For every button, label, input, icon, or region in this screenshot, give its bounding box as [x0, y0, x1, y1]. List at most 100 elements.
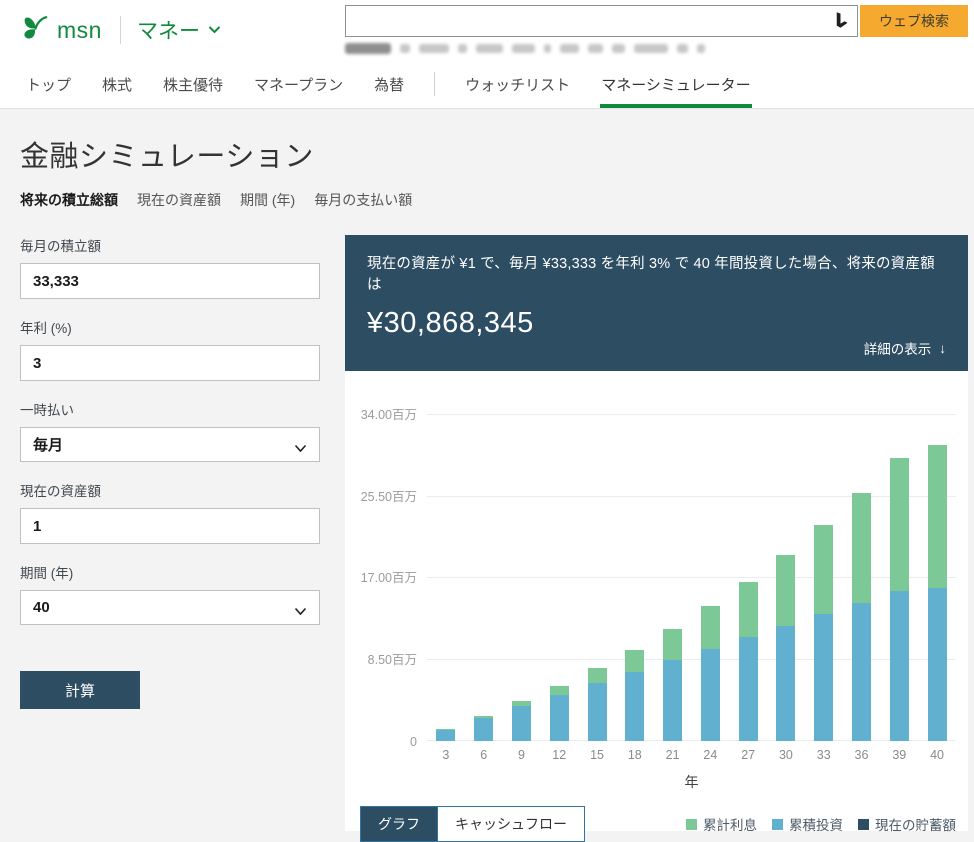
bar-slot: [427, 729, 465, 741]
nav-item-money-simulator[interactable]: マネーシミュレーター: [600, 60, 751, 108]
chevron-down-icon: [294, 440, 307, 457]
y-axis-tick-label: 0: [347, 735, 417, 749]
x-axis-tick-label: 12: [540, 748, 578, 762]
channel-menu[interactable]: マネー: [137, 15, 221, 45]
stacked-bar-year-3[interactable]: [436, 729, 455, 741]
legend-swatch: [858, 819, 869, 830]
redacted-text: [544, 44, 551, 53]
annual-rate-input[interactable]: [20, 345, 320, 381]
result-amount: ¥30,868,345: [367, 307, 946, 340]
nav-item-money-plan[interactable]: マネープラン: [253, 60, 344, 108]
content: 金融シミュレーション 将来の積立総額 現在の資産額 期間 (年) 毎月の支払い額…: [0, 109, 974, 831]
subtab-monthly-payment[interactable]: 毎月の支払い額: [314, 190, 412, 210]
bar-segment: [928, 588, 947, 741]
stacked-bar-year-39[interactable]: [890, 458, 909, 741]
bar-segment: [814, 525, 833, 614]
bar-segment: [436, 730, 455, 742]
calculate-button[interactable]: 計算: [20, 671, 140, 709]
legend-swatch: [686, 819, 697, 830]
bing-icon: [831, 11, 851, 31]
monthly-contribution-input[interactable]: [20, 263, 320, 299]
bar-segment: [776, 555, 795, 626]
chart-plot: 08.50百万17.00百万25.50百万34.00百万: [427, 415, 956, 741]
x-axis-tick-label: 39: [880, 748, 918, 762]
payment-frequency-value: 毎月: [33, 434, 63, 455]
redacted-text: [512, 44, 535, 53]
bar-segment: [550, 686, 569, 695]
x-axis-tick-label: 33: [805, 748, 843, 762]
x-axis-tick-label: 24: [691, 748, 729, 762]
nav-divider: [434, 72, 435, 96]
y-axis-tick-label: 34.00百万: [347, 404, 417, 423]
x-axis-tick-label: 27: [729, 748, 767, 762]
x-axis-tick-label: 15: [578, 748, 616, 762]
msn-logo-text[interactable]: msn: [57, 17, 102, 44]
web-search-button[interactable]: ウェブ検索: [860, 5, 968, 37]
bar-segment: [890, 591, 909, 741]
bar-segment: [663, 660, 682, 741]
bar-slot: [503, 701, 541, 741]
bar-segment: [625, 650, 644, 672]
stacked-bar-year-40[interactable]: [928, 445, 947, 741]
subtab-future-savings[interactable]: 将来の積立総額: [20, 190, 118, 210]
bar-segment: [852, 493, 871, 603]
x-axis-title: 年: [427, 772, 956, 792]
bar-slot: [465, 716, 503, 741]
search-input[interactable]: [346, 6, 831, 36]
payment-frequency-select[interactable]: 毎月: [20, 427, 320, 462]
channel-label: マネー: [137, 15, 200, 45]
chevron-down-icon: [294, 603, 307, 620]
bar-segment: [701, 649, 720, 741]
nav-item-stocks[interactable]: 株式: [101, 60, 133, 108]
y-axis-tick-label: 17.00百万: [347, 567, 417, 586]
bar-slot: [729, 582, 767, 741]
cashflow-view-button[interactable]: キャッシュフロー: [437, 807, 584, 841]
bar-slot: [880, 458, 918, 741]
payment-frequency-label: 一時払い: [20, 399, 320, 419]
stacked-bar-year-30[interactable]: [776, 555, 795, 741]
period-label: 期間 (年): [20, 562, 320, 582]
subtab-current-assets[interactable]: 現在の資産額: [137, 190, 221, 210]
x-axis-tick-label: 3: [427, 748, 465, 762]
bar-segment: [625, 672, 644, 741]
stacked-bar-year-9[interactable]: [512, 701, 531, 741]
arrow-down-icon: ↓: [939, 341, 946, 356]
redacted-text: [588, 44, 603, 53]
logo-divider: [120, 16, 121, 44]
stacked-bar-year-33[interactable]: [814, 525, 833, 741]
bar-segment: [776, 626, 795, 741]
x-axis-tick-label: 40: [918, 748, 956, 762]
stacked-bar-year-15[interactable]: [588, 668, 607, 741]
legend-swatch: [772, 819, 783, 830]
redacted-text: [677, 44, 688, 53]
bar-slot: [843, 493, 881, 741]
stacked-bar-year-21[interactable]: [663, 629, 682, 741]
graph-view-button[interactable]: グラフ: [361, 807, 437, 841]
chart-container: 08.50百万17.00百万25.50百万34.00百万 36912151821…: [345, 371, 968, 831]
redacted-text: [634, 44, 668, 53]
subtab-period[interactable]: 期間 (年): [240, 190, 295, 210]
stacked-bar-year-24[interactable]: [701, 606, 720, 741]
nav-item-watchlist[interactable]: ウォッチリスト: [464, 60, 571, 108]
stacked-bar-year-6[interactable]: [474, 716, 493, 741]
period-select[interactable]: 40: [20, 590, 320, 625]
msn-butterfly-icon[interactable]: [20, 13, 50, 48]
nav-item-shareholder-benefits[interactable]: 株主優待: [162, 60, 224, 108]
annual-rate-label: 年利 (%): [20, 317, 320, 337]
nav-item-top[interactable]: トップ: [25, 60, 72, 108]
x-axis-tick-label: 6: [465, 748, 503, 762]
current-assets-input[interactable]: [20, 508, 320, 544]
legend-item: 累計利息: [686, 814, 757, 834]
chevron-down-icon: [208, 21, 221, 39]
stacked-bar-year-36[interactable]: [852, 493, 871, 741]
stacked-bar-year-18[interactable]: [625, 650, 644, 741]
x-axis-tick-label: 9: [503, 748, 541, 762]
x-axis-tick-label: 30: [767, 748, 805, 762]
main-nav: トップ 株式 株主優待 マネープラン 為替 ウォッチリスト マネーシミュレーター: [0, 60, 974, 109]
show-details-link[interactable]: 詳細の表示 ↓: [864, 338, 946, 358]
bar-segment: [852, 603, 871, 741]
stacked-bar-year-27[interactable]: [739, 582, 758, 741]
stacked-bar-year-12[interactable]: [550, 686, 569, 741]
bar-segment: [890, 458, 909, 592]
nav-item-forex[interactable]: 為替: [373, 60, 405, 108]
